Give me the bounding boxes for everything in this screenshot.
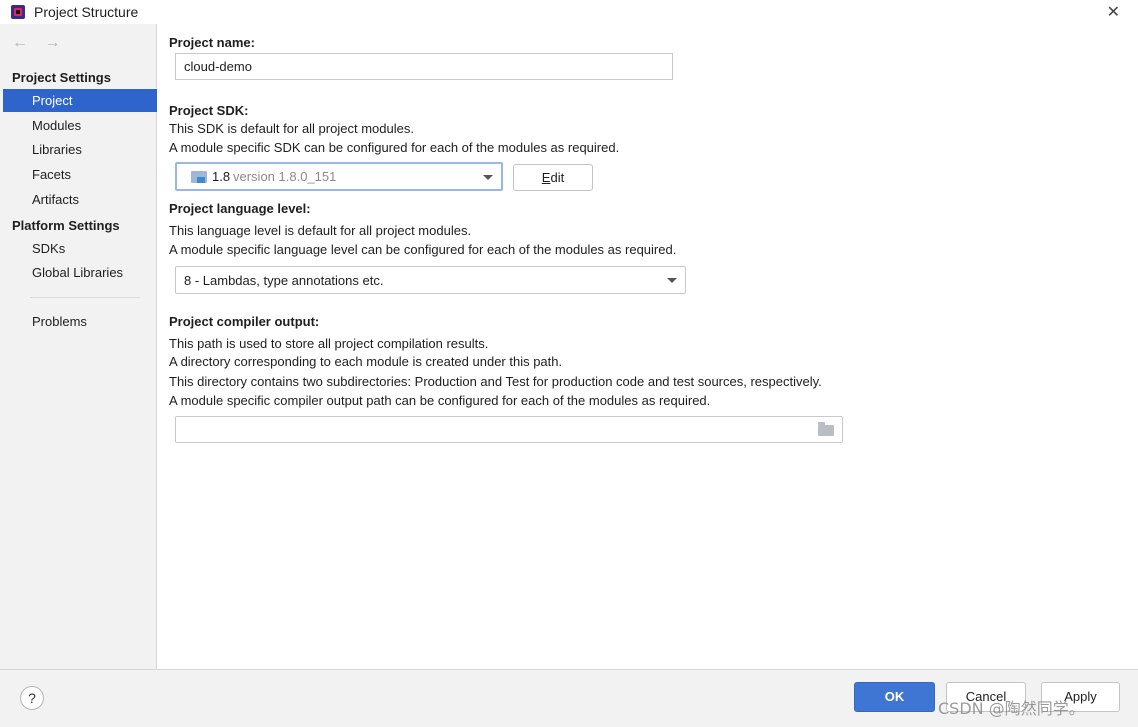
folder-jdk-icon <box>191 171 207 183</box>
project-name-input[interactable] <box>175 53 673 80</box>
language-level-description-1: This language level is default for all p… <box>169 223 472 238</box>
cancel-button[interactable]: Cancel <box>946 682 1026 712</box>
compiler-output-input[interactable] <box>176 417 806 442</box>
compiler-output-description-4: A module specific compiler output path c… <box>169 393 711 408</box>
folder-icon[interactable] <box>818 422 834 436</box>
compiler-output-description-1: This path is used to store all project c… <box>169 336 489 351</box>
close-icon[interactable]: ✕ <box>1107 2 1120 22</box>
compiler-output-field[interactable] <box>175 416 843 443</box>
help-button[interactable]: ? <box>20 686 44 710</box>
sidebar-item-libraries[interactable]: Libraries <box>3 138 157 161</box>
ok-button[interactable]: OK <box>854 682 935 712</box>
sdk-selected-name: 1.8 <box>212 169 231 184</box>
sdk-selected-version: version 1.8.0_151 <box>233 169 337 184</box>
compiler-output-label: Project compiler output: <box>169 314 320 329</box>
sidebar-item-sdks[interactable]: SDKs <box>3 237 157 260</box>
language-level-description-2: A module specific language level can be … <box>169 242 677 257</box>
compiler-output-description-2: A directory corresponding to each module… <box>169 354 563 369</box>
edit-label-rest: dit <box>550 170 565 185</box>
forward-arrow-icon[interactable]: → <box>44 34 66 51</box>
project-sdk-select[interactable]: 1.8 version 1.8.0_151 <box>175 162 503 191</box>
sidebar-divider <box>30 297 140 298</box>
back-arrow-icon[interactable]: ← <box>12 34 34 51</box>
intellij-idea-icon <box>11 5 25 19</box>
project-sdk-description-1: This SDK is default for all project modu… <box>169 121 414 136</box>
dialog-footer: ? OK Cancel Apply <box>0 669 1138 727</box>
project-sdk-description-2: A module specific SDK can be configured … <box>169 140 620 155</box>
chevron-down-icon <box>483 174 493 180</box>
chevron-down-icon <box>667 278 677 283</box>
project-name-label: Project name: <box>169 35 255 50</box>
platform-settings-heading: Platform Settings <box>12 218 120 233</box>
language-level-select[interactable]: 8 - Lambdas, type annotations etc. <box>175 266 686 294</box>
title-bar: Project Structure ✕ <box>0 0 1138 24</box>
sidebar-item-artifacts[interactable]: Artifacts <box>3 188 157 211</box>
sidebar: ← → Project Settings Project Modules Lib… <box>0 24 157 669</box>
sdk-edit-button[interactable]: Edit <box>513 164 593 191</box>
window-title: Project Structure <box>34 4 139 20</box>
language-level-value: 8 - Lambdas, type annotations etc. <box>184 273 384 288</box>
sidebar-item-project[interactable]: Project <box>3 89 157 112</box>
compiler-output-description-3: This directory contains two subdirectori… <box>169 374 822 389</box>
apply-button[interactable]: Apply <box>1041 682 1120 712</box>
sidebar-item-global-libraries[interactable]: Global Libraries <box>3 261 157 284</box>
sidebar-item-facets[interactable]: Facets <box>3 163 157 186</box>
nav-arrows: ← → <box>12 34 66 52</box>
project-sdk-label: Project SDK: <box>169 103 249 118</box>
sidebar-item-problems[interactable]: Problems <box>3 310 157 333</box>
sidebar-item-modules[interactable]: Modules <box>3 114 157 137</box>
language-level-label: Project language level: <box>169 201 311 216</box>
project-settings-heading: Project Settings <box>12 70 111 85</box>
